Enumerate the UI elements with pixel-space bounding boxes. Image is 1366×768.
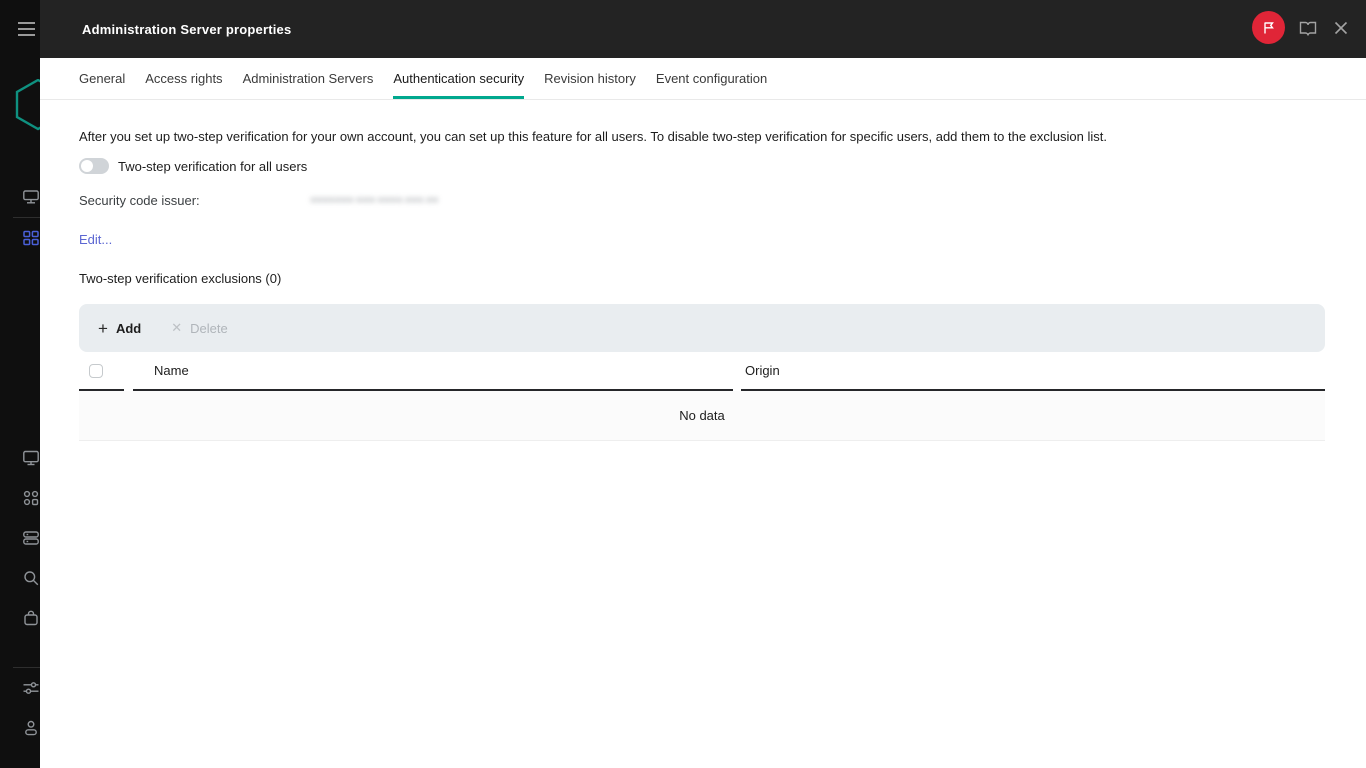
edit-link[interactable]: Edit... xyxy=(79,232,112,247)
security-code-issuer-row: Security code issuer: ●●●●●●●-●●●-●●●●.●… xyxy=(79,192,1325,208)
sidebar-divider xyxy=(13,667,40,668)
select-all-checkbox[interactable] xyxy=(89,364,103,378)
documentation-icon[interactable] xyxy=(1299,20,1317,36)
administration-server-properties-panel: General Access rights Administration Ser… xyxy=(40,58,1366,768)
tab-revision-history[interactable]: Revision history xyxy=(544,58,636,99)
flag-icon xyxy=(1261,20,1276,36)
exclusions-heading: Two-step verification exclusions (0) xyxy=(79,271,1325,286)
two-step-verification-toggle[interactable] xyxy=(79,158,109,174)
users-roles-icon[interactable] xyxy=(22,489,40,507)
tab-bar: General Access rights Administration Ser… xyxy=(40,58,1366,100)
assets-grid-icon[interactable] xyxy=(22,229,40,247)
tab-access-rights[interactable]: Access rights xyxy=(145,58,222,99)
tab-content: After you set up two-step verification f… xyxy=(40,129,1366,441)
sidebar xyxy=(0,0,40,768)
select-all-cell xyxy=(79,352,124,391)
marketplace-bag-icon[interactable] xyxy=(22,609,40,627)
topbar: Administration Server properties xyxy=(40,0,1366,58)
monitoring-icon[interactable] xyxy=(22,188,40,206)
toggle-knob xyxy=(81,160,93,172)
issuer-value-redacted: ●●●●●●●-●●●-●●●●.●●●.●● xyxy=(310,194,482,206)
empty-state-row: No data xyxy=(79,391,1325,441)
issuer-label: Security code issuer: xyxy=(79,193,310,208)
tab-authentication-security[interactable]: Authentication security xyxy=(393,58,524,99)
column-header-name: Name xyxy=(133,352,733,391)
servers-stack-icon[interactable] xyxy=(22,529,40,547)
exclusions-toolbar: + Add ✕ Delete xyxy=(79,304,1325,352)
two-step-toggle-row: Two-step verification for all users xyxy=(79,158,1325,174)
tab-event-configuration[interactable]: Event configuration xyxy=(656,58,767,99)
page-title: Administration Server properties xyxy=(82,0,291,58)
table-header-row: Name Origin xyxy=(79,352,1325,391)
toggle-label: Two-step verification for all users xyxy=(118,159,307,174)
console-settings-icon[interactable] xyxy=(22,679,40,697)
column-header-origin: Origin xyxy=(741,352,1325,391)
tab-general[interactable]: General xyxy=(79,58,125,99)
intro-text: After you set up two-step verification f… xyxy=(79,129,1325,145)
close-icon[interactable] xyxy=(1334,21,1348,35)
exclusions-table: Name Origin No data xyxy=(79,352,1325,441)
search-icon[interactable] xyxy=(22,569,40,587)
cross-icon: ✕ xyxy=(171,320,182,336)
sidebar-divider xyxy=(13,217,40,218)
plus-icon: + xyxy=(98,320,108,337)
tab-administration-servers[interactable]: Administration Servers xyxy=(243,58,374,99)
kaspersky-logo xyxy=(15,79,40,131)
delete-button[interactable]: ✕ Delete xyxy=(171,320,227,336)
account-icon[interactable] xyxy=(22,719,40,737)
devices-monitor-icon[interactable] xyxy=(22,449,40,467)
notifications-flag-button[interactable] xyxy=(1252,11,1285,44)
menu-icon[interactable] xyxy=(18,22,35,36)
add-button[interactable]: + Add xyxy=(98,320,141,337)
